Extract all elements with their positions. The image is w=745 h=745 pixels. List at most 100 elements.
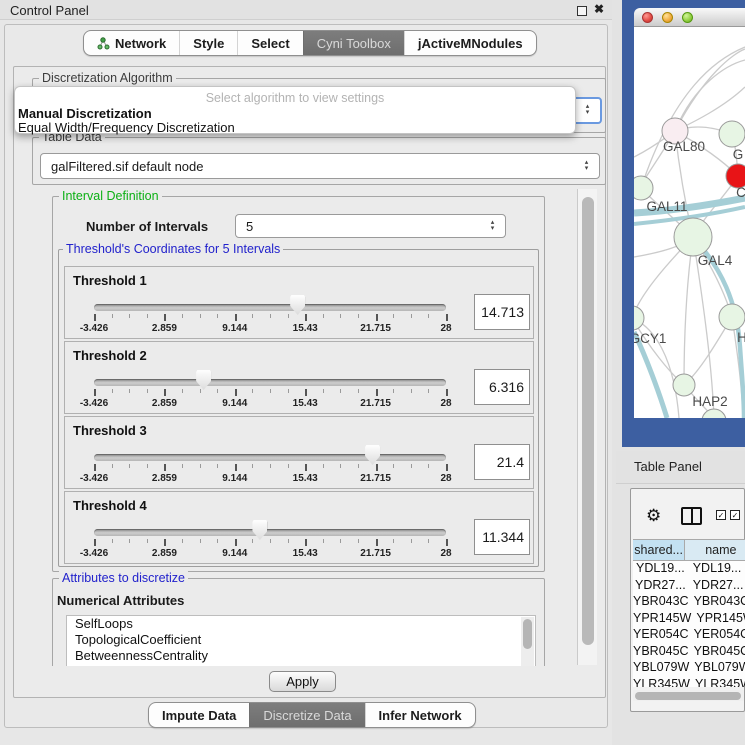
numerical-attributes-list[interactable]: SelfLoopsTopologicalCoefficientBetweenne… (66, 615, 536, 666)
threshold-value-field[interactable]: 11.344 (474, 519, 530, 555)
network-node-label: GCY1 (634, 331, 666, 346)
tab-jactivemnodules[interactable]: jActiveMNodules (404, 31, 536, 55)
split-table-icon[interactable] (681, 507, 702, 525)
mac-zoom-icon[interactable] (682, 12, 693, 23)
table-horizontal-scrollbar[interactable] (633, 690, 744, 701)
network-node[interactable] (702, 409, 726, 418)
cell-shared-name: YDR27... (633, 578, 688, 595)
close-icon[interactable] (594, 2, 604, 16)
float-window-icon[interactable] (577, 6, 587, 16)
scrollbar-thumb[interactable] (582, 197, 594, 645)
attribute-items: SelfLoopsTopologicalCoefficientBetweenne… (67, 616, 535, 664)
settings-vertical-scrollbar[interactable] (577, 189, 597, 665)
table-row[interactable]: YDL19...YDL19... (633, 561, 745, 578)
network-graph: GAL80GCGAL11GAL4GCY1HHAP2 (634, 27, 745, 418)
network-edge[interactable] (684, 237, 693, 385)
bottom-tab-discretize-data[interactable]: Discretize Data (249, 703, 364, 727)
slider-ticks (65, 464, 533, 472)
table-row[interactable]: YBR043CYBR043C (633, 594, 745, 611)
attribute-list-item[interactable]: TopologicalCoefficient (67, 632, 535, 648)
network-node-gal11[interactable] (634, 176, 653, 200)
cell-name: YPR145W (691, 611, 745, 628)
slider-thumb[interactable] (252, 520, 267, 540)
popup-item-manual-discretization[interactable]: Manual Discretization (18, 106, 152, 121)
tab-label: Infer Network (379, 708, 462, 723)
tab-label: Network (115, 36, 166, 51)
tab-cyni-toolbox[interactable]: Cyni Toolbox (303, 31, 404, 55)
apply-button[interactable]: Apply (269, 671, 336, 692)
tick-label: 28 (440, 323, 451, 334)
mac-close-icon[interactable] (642, 12, 653, 23)
threshold-value-field[interactable]: 6.316 (474, 369, 530, 405)
cell-name: YBR045C (689, 644, 745, 661)
checkbox-select-icon[interactable] (716, 510, 726, 520)
network-node-label: C (736, 185, 745, 200)
cell-name: YDR27... (688, 578, 745, 595)
table-row[interactable]: YBL079WYBL079W (633, 660, 745, 677)
network-node-h[interactable] (719, 304, 745, 330)
network-node-g[interactable] (719, 121, 745, 147)
popup-item-equal-width-frequency[interactable]: Equal Width/Frequency Discretization (18, 120, 235, 135)
bottom-tab-impute-data[interactable]: Impute Data (149, 703, 249, 727)
attribute-list-item[interactable]: BetweennessCentrality (67, 648, 535, 664)
cell-name: YBL079W (689, 660, 745, 677)
spinner-arrows-icon (484, 217, 501, 235)
tab-network[interactable]: Network (84, 31, 179, 55)
threshold-panel-2: Threshold 2-3.4262.8599.14415.4321.71528… (64, 341, 534, 414)
cell-shared-name: YBR043C (633, 594, 689, 611)
tick-label: 9.144 (222, 473, 247, 484)
slider-thumb[interactable] (365, 445, 380, 465)
cell-name: YER054C (689, 627, 745, 644)
table-row[interactable]: YLR345WYLR345W (633, 677, 745, 688)
tab-label: Style (193, 36, 224, 51)
network-canvas[interactable]: GAL80GCGAL11GAL4GCY1HHAP2 (634, 27, 745, 418)
network-node-gcy1[interactable] (634, 306, 644, 330)
cell-shared-name: YBR045C (633, 644, 689, 661)
scrollbar-thumb[interactable] (523, 619, 532, 649)
gear-icon[interactable] (646, 506, 661, 526)
table-rows: YDL19...YDL19...YDR27...YDR27...YBR043CY… (633, 561, 745, 687)
attribute-list-scrollbar[interactable] (521, 617, 534, 666)
slider-track[interactable] (94, 379, 446, 386)
network-edge[interactable] (675, 49, 745, 131)
cell-shared-name: YBL079W (633, 660, 689, 677)
column-header-shared-name[interactable]: shared... (633, 540, 685, 560)
tick-label: 2.859 (152, 473, 177, 484)
interval-definition-group: Interval Definition Number of Intervals … (52, 196, 545, 572)
checkbox-select-icon[interactable] (730, 510, 740, 520)
column-header-name[interactable]: name (685, 540, 745, 560)
table-row[interactable]: YPR145WYPR145W (633, 611, 745, 628)
table-header-row: shared... name (633, 539, 745, 561)
network-node-label: GAL80 (663, 139, 705, 154)
slider-thumb[interactable] (290, 295, 305, 315)
table-row[interactable]: YBR045CYBR045C (633, 644, 745, 661)
tick-label: 21.715 (360, 323, 391, 334)
attribute-list-item[interactable]: SelfLoops (67, 616, 535, 632)
scrollbar-thumb[interactable] (635, 692, 741, 700)
network-node-gal4[interactable] (674, 218, 712, 256)
table-row[interactable]: YER054CYER054C (633, 627, 745, 644)
tick-label: -3.426 (80, 323, 108, 334)
control-panel-window: Control Panel NetworkStyleSelectCyni Too… (0, 0, 612, 745)
mac-minimize-icon[interactable] (662, 12, 673, 23)
network-node-hap2[interactable] (673, 374, 695, 396)
number-of-intervals-spinner[interactable]: 5 (235, 214, 506, 238)
slider-thumb[interactable] (196, 370, 211, 390)
control-panel-tabbar: Network Style SelectCyni ToolboxjActiveMNo… (83, 30, 537, 56)
cell-name: YBR043C (689, 594, 745, 611)
tab-label: Discretize Data (263, 708, 351, 723)
table-row[interactable]: YDR27...YDR27... (633, 578, 745, 595)
network-edge[interactable] (641, 47, 745, 188)
bottom-tab-infer-network[interactable]: Infer Network (365, 703, 475, 727)
threshold-value-field[interactable]: 14.713 (474, 294, 530, 330)
slider-track[interactable] (94, 304, 446, 311)
threshold-value-field[interactable]: 21.4 (474, 444, 530, 480)
slider-track[interactable] (94, 454, 446, 461)
slider-track[interactable] (94, 529, 446, 536)
combo-arrows-icon (578, 156, 595, 175)
tab-select[interactable]: Select (237, 31, 302, 55)
network-node-label: GAL4 (698, 253, 733, 268)
tick-label: 28 (440, 473, 451, 484)
table-data-combobox[interactable]: galFiltered.sif default node (40, 153, 600, 179)
tab-style[interactable]: Style (179, 31, 237, 55)
